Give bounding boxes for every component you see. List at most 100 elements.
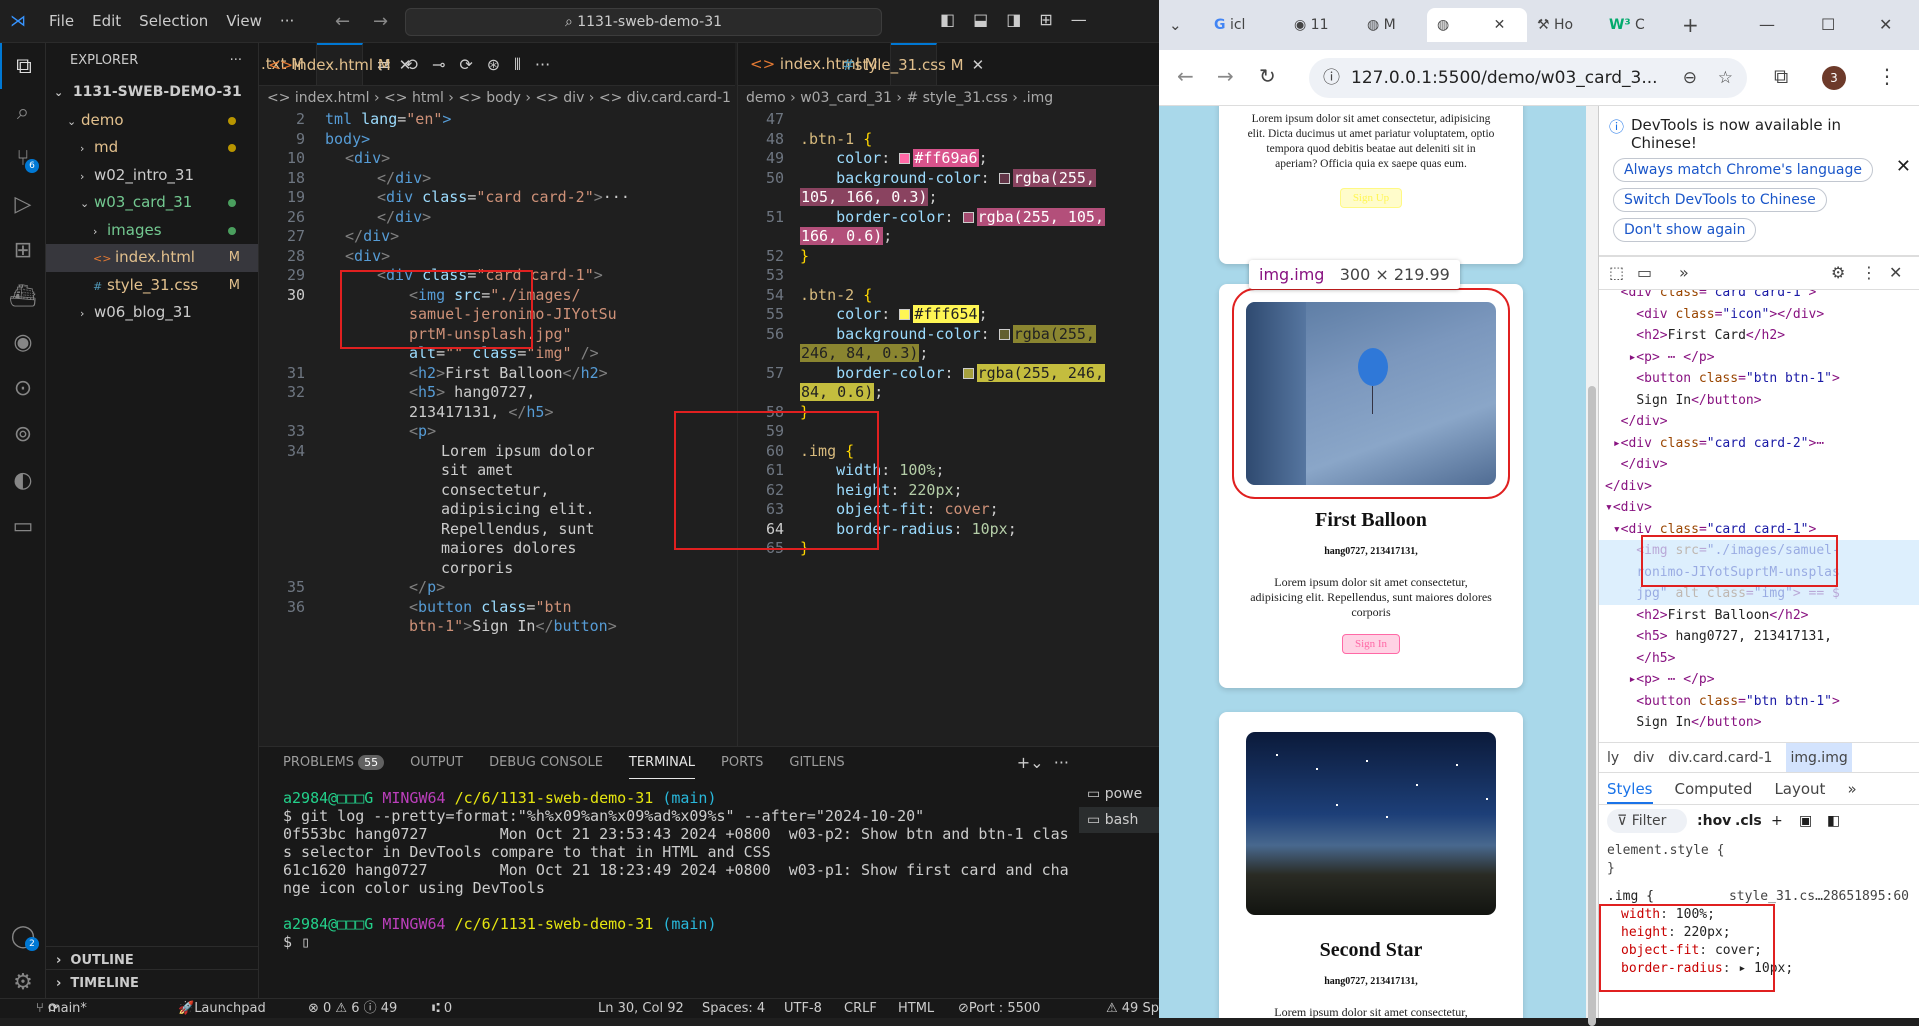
dom-node[interactable]: Sign In</button>: [1605, 390, 1840, 412]
chrome-tab-1[interactable]: G icl: [1214, 8, 1245, 42]
close-tab-icon[interactable]: ✕: [972, 44, 985, 85]
live-share-icon[interactable]: ⊚: [0, 411, 46, 457]
commit-icon[interactable]: ⊸: [432, 43, 445, 85]
profile-avatar[interactable]: 3: [1822, 66, 1846, 90]
encoding[interactable]: UTF-8: [784, 999, 822, 1019]
tab-layout[interactable]: Layout: [1774, 773, 1825, 804]
status-right[interactable]: ⚠ 49 Sp: [1106, 999, 1159, 1019]
sign-in-button[interactable]: Sign In: [1341, 634, 1401, 654]
inspect-icon[interactable]: ⬚: [1609, 263, 1624, 282]
search-view-icon[interactable]: ⌕: [0, 89, 46, 135]
dom-lines[interactable]: <div class="card card-1"> <div class="ic…: [1605, 290, 1840, 734]
explorer-icon[interactable]: ⧉: [0, 43, 46, 89]
dom-node[interactable]: <button class="btn btn-1">: [1605, 368, 1840, 390]
chrome-tab-active[interactable]: ◍ ✕: [1427, 8, 1527, 42]
timeline-section[interactable]: › TIMELINE: [46, 969, 259, 997]
close-devtools-icon[interactable]: ✕: [1889, 263, 1902, 282]
edge-icon[interactable]: ◐: [0, 457, 46, 503]
dom-node[interactable]: </div>: [1605, 476, 1840, 498]
close-tab-icon[interactable]: ✕: [399, 44, 412, 85]
menu-edit[interactable]: Edit: [83, 12, 130, 30]
tab-style-css[interactable]: # style_31.css M ✕: [842, 43, 984, 85]
devtools-settings-icon[interactable]: ⚙: [1831, 263, 1845, 282]
tree-item[interactable]: # style_31.css M: [46, 272, 258, 300]
ports-status[interactable]: ⑆ 0: [432, 999, 452, 1019]
page-scrollbar[interactable]: [1586, 106, 1598, 1026]
comments-icon[interactable]: ▭: [0, 503, 46, 549]
close-notice-icon[interactable]: ✕: [1896, 156, 1911, 177]
bookmark-star-icon[interactable]: ☆: [1718, 58, 1733, 98]
source-control-icon[interactable]: ⑂ 6: [0, 135, 46, 181]
chrome-tab-3[interactable]: ◍ M: [1367, 8, 1396, 42]
split-editor-icon[interactable]: ⫴: [514, 43, 521, 85]
tab-search-icon[interactable]: ⌄: [1169, 8, 1182, 42]
explorer-root[interactable]: ⌄ 1131-SWEB-DEMO-31: [46, 79, 258, 107]
more-tabs-icon[interactable]: »: [1679, 263, 1689, 282]
branch-status[interactable]: ⑂ main* ⟳: [36, 999, 87, 1019]
dom-node[interactable]: <button class="btn btn-1">: [1605, 691, 1840, 713]
more-actions-icon[interactable]: ···: [230, 43, 242, 79]
tab-computed[interactable]: Computed: [1675, 773, 1753, 804]
zoom-icon[interactable]: ⊖: [1683, 58, 1697, 98]
tab-gitlens[interactable]: GITLENS: [789, 747, 844, 779]
run-debug-icon[interactable]: ▷: [0, 181, 46, 227]
editor-more-icon[interactable]: ···: [535, 43, 550, 85]
extensions-icon[interactable]: ⧉: [1774, 64, 1788, 88]
indentation[interactable]: Spaces: 4: [702, 999, 765, 1019]
new-tab-button[interactable]: +: [1682, 8, 1699, 42]
tab-index-html[interactable]: <> index.html M ✕: [268, 43, 411, 85]
panel-more-icon[interactable]: ···: [1054, 753, 1069, 772]
customize-layout-icon[interactable]: ⊞: [1039, 10, 1052, 29]
dom-node[interactable]: <div class="card card-1">: [1605, 290, 1840, 304]
dont-show-button[interactable]: Don't show again: [1613, 218, 1757, 242]
tab-problems[interactable]: PROBLEMS 55: [283, 747, 385, 779]
hov-toggle[interactable]: :hov: [1697, 805, 1731, 837]
always-match-button[interactable]: Always match Chrome's language: [1613, 158, 1873, 182]
launchpad-status[interactable]: 🚀 Launchpad: [178, 999, 266, 1019]
device-toggle-icon[interactable]: ▭: [1637, 263, 1652, 282]
terminal-bash[interactable]: ▭ bash: [1079, 807, 1159, 833]
sign-up-button[interactable]: Sign Up: [1339, 188, 1403, 208]
menu-more[interactable]: ···: [271, 12, 303, 30]
language-mode[interactable]: HTML: [898, 999, 934, 1019]
dom-node[interactable]: ▸<p> ⋯ </p>: [1605, 669, 1840, 691]
reload-icon[interactable]: ↻: [1259, 64, 1276, 88]
command-center-search[interactable]: ⌕ 1131-sweb-demo-31: [405, 8, 882, 36]
breadcrumb-css[interactable]: demo › w03_card_31 › # style_31.css › .i…: [738, 86, 1159, 110]
cursor-position[interactable]: Ln 30, Col 92: [598, 999, 684, 1019]
crumb-0[interactable]: ly: [1607, 743, 1619, 772]
gitlens-icon[interactable]: ⊙: [0, 365, 46, 411]
forward-icon[interactable]: →: [1217, 64, 1234, 88]
tree-item[interactable]: ⌄ w03_card_31: [46, 189, 258, 217]
cls-toggle[interactable]: .cls: [1735, 805, 1762, 837]
crumb-3[interactable]: img.img: [1786, 743, 1852, 772]
tab-output[interactable]: OUTPUT: [410, 747, 463, 779]
preview-icon[interactable]: ⊛: [487, 43, 500, 85]
dom-node[interactable]: <h2>First Card</h2>: [1605, 325, 1840, 347]
new-terminal-icon[interactable]: +⌄: [1017, 753, 1044, 772]
tab-terminal[interactable]: TERMINAL: [628, 747, 696, 779]
tab-ports[interactable]: PORTS: [721, 747, 763, 779]
dom-node[interactable]: Sign In</button>: [1605, 712, 1840, 734]
chrome-tab-6[interactable]: W³ C: [1609, 8, 1645, 42]
minimize-icon[interactable]: —: [1759, 8, 1775, 42]
account-icon[interactable]: ◯ 2: [0, 913, 46, 959]
toggle-sidebar-icon[interactable]: ◧: [940, 10, 955, 29]
chrome-tab-2[interactable]: ◉ 11: [1294, 8, 1329, 42]
menu-view[interactable]: View: [217, 12, 271, 30]
scrollbar-thumb[interactable]: [1588, 386, 1596, 1026]
chrome-menu-icon[interactable]: ⋮: [1877, 64, 1897, 88]
menu-file[interactable]: File: [40, 12, 83, 30]
dom-node[interactable]: <div class="icon"></div>: [1605, 304, 1840, 326]
timeline-forward-icon[interactable]: ⟳: [459, 43, 472, 85]
terminal-output[interactable]: a2984@□□□G MINGW64 /c/6/1131-sweb-demo-3…: [283, 789, 1073, 951]
toggle-secondary-icon[interactable]: ◨: [1006, 10, 1021, 29]
dom-node[interactable]: </h5>: [1605, 648, 1840, 670]
tree-item[interactable]: › images: [46, 217, 258, 245]
dom-node[interactable]: <h2>First Balloon</h2>: [1605, 605, 1840, 627]
close-tab-icon[interactable]: ✕: [1494, 17, 1506, 33]
toggle-panel-icon[interactable]: ⬓: [973, 10, 988, 29]
docker-icon[interactable]: ⛴: [0, 273, 46, 319]
elements-tree[interactable]: <div class="card card-1"> <div class="ic…: [1599, 290, 1919, 742]
html-code[interactable]: 2 tml lang="en"> 9 body> 10 <div> 18 </div> 19 <d…: [259, 110, 735, 746]
